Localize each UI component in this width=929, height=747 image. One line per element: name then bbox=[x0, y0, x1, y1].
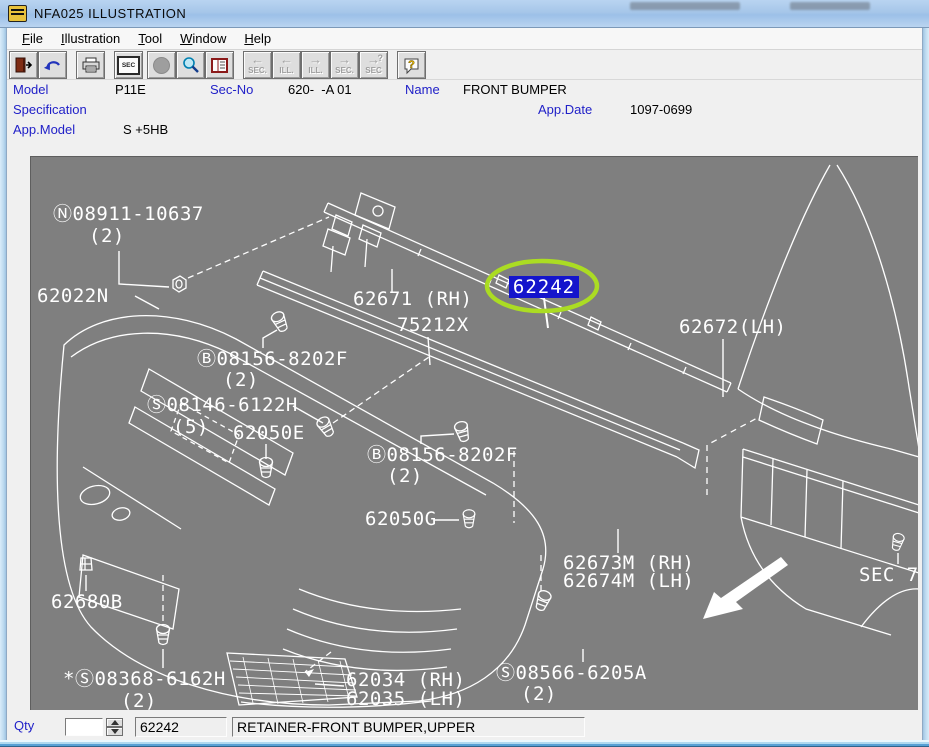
appdate-label: App.Date bbox=[538, 102, 592, 117]
menu-item-help[interactable]: Help bbox=[235, 29, 280, 48]
exit-door-icon bbox=[14, 56, 34, 74]
secno-value: 620- -A 01 bbox=[288, 82, 352, 97]
part-label[interactable]: Ⓝ08911-10637 bbox=[53, 205, 204, 224]
part-label[interactable]: 62674M (LH) bbox=[563, 572, 694, 591]
part-label[interactable]: Ⓢ08146-6122H bbox=[147, 396, 298, 415]
zoom-button[interactable] bbox=[176, 51, 205, 79]
secno-label: Sec-No bbox=[210, 82, 253, 97]
window-border-right bbox=[922, 28, 929, 740]
bumper-line-art bbox=[31, 157, 918, 710]
direction-arrow bbox=[703, 557, 788, 619]
appmodel-value: S +5HB bbox=[123, 122, 168, 137]
help-button[interactable]: ? bbox=[397, 51, 426, 79]
part-label[interactable]: *Ⓢ08368-6162H bbox=[63, 670, 226, 689]
menu-item-tool[interactable]: Tool bbox=[129, 29, 171, 48]
part-label[interactable]: 62671 (RH) bbox=[353, 290, 472, 309]
gray-circle-icon bbox=[153, 57, 170, 74]
model-label: Model bbox=[13, 82, 48, 97]
appdate-value: 1097-0699 bbox=[630, 102, 692, 117]
qty-spinner bbox=[106, 718, 123, 736]
part-label[interactable]: 62050E bbox=[233, 424, 305, 443]
menu-bar: FileIllustrationToolWindowHelp bbox=[7, 28, 922, 50]
window-title: NFA025 ILLUSTRATION bbox=[34, 6, 186, 21]
appmodel-label: App.Model bbox=[13, 122, 75, 137]
qty-spin-down-button[interactable] bbox=[106, 727, 123, 736]
menu-item-file[interactable]: File bbox=[13, 29, 52, 48]
part-label[interactable]: 75212X bbox=[397, 316, 469, 335]
info-panel: Model P11E Sec-No 620- -A 01 Name FRONT … bbox=[7, 80, 922, 156]
undo-button[interactable] bbox=[38, 51, 67, 79]
model-value: P11E bbox=[115, 82, 146, 97]
menu-item-window[interactable]: Window bbox=[171, 29, 235, 48]
part-label[interactable]: Ⓑ08156-8202F bbox=[197, 350, 348, 369]
menu-item-illustration[interactable]: Illustration bbox=[52, 29, 129, 48]
sec-search-button[interactable]: ? → SEC bbox=[359, 51, 388, 79]
undo-arrow-icon bbox=[43, 57, 63, 73]
part-label[interactable]: 62022N bbox=[37, 287, 109, 306]
app-window: NFA025 ILLUSTRATION FileIllustrationTool… bbox=[0, 0, 929, 747]
qty-input[interactable] bbox=[65, 718, 103, 736]
next-ill-button[interactable]: → ILL. bbox=[301, 51, 330, 79]
name-value: FRONT BUMPER bbox=[463, 82, 567, 97]
name-label: Name bbox=[405, 82, 440, 97]
qty-label: Qty bbox=[14, 718, 34, 733]
print-button[interactable] bbox=[76, 51, 105, 79]
magnifier-icon bbox=[181, 56, 200, 75]
part-label[interactable]: 62050G bbox=[365, 510, 437, 529]
mark-button[interactable] bbox=[147, 51, 176, 79]
sec-box-icon: SEC bbox=[117, 56, 140, 75]
qty-spin-up-button[interactable] bbox=[106, 718, 123, 727]
title-bar: NFA025 ILLUSTRATION bbox=[0, 0, 929, 28]
part-label[interactable]: 62672(LH) bbox=[679, 318, 786, 337]
open-book-icon bbox=[210, 57, 229, 74]
exit-button[interactable] bbox=[9, 51, 38, 79]
part-label[interactable]: (2) bbox=[521, 685, 557, 704]
window-border-left bbox=[0, 28, 7, 740]
background-artifact bbox=[630, 2, 740, 10]
catalog-button[interactable] bbox=[205, 51, 234, 79]
sec-list-button[interactable]: SEC bbox=[114, 51, 143, 79]
background-artifact bbox=[790, 2, 870, 10]
specification-label: Specification bbox=[13, 102, 87, 117]
nav-right-arrow-icon: → bbox=[338, 55, 351, 64]
toolbar: SEC ← SEC. ← ILL. bbox=[7, 50, 922, 80]
part-description-field[interactable] bbox=[232, 717, 585, 737]
nav-right-arrow-icon: → bbox=[309, 55, 322, 64]
part-label[interactable]: Ⓢ08566-6205A bbox=[496, 664, 647, 683]
prev-ill-button[interactable]: ← ILL. bbox=[272, 51, 301, 79]
illustration-canvas[interactable]: Ⓝ08911-10637 (2) 62022N 62671 (RH) 75212X 626… bbox=[30, 156, 918, 710]
printer-icon bbox=[81, 56, 101, 74]
part-number-field[interactable] bbox=[135, 717, 227, 737]
footer-bar: Qty bbox=[7, 710, 922, 740]
part-label[interactable]: Ⓑ08156-8202F bbox=[367, 446, 518, 465]
nav-left-arrow-icon: ← bbox=[251, 55, 264, 64]
highlighted-part-label: 62242 bbox=[513, 276, 575, 298]
window-border-bottom bbox=[0, 740, 929, 747]
prev-sec-button[interactable]: ← SEC. bbox=[243, 51, 272, 79]
part-label[interactable]: (5) bbox=[173, 418, 209, 437]
nav-left-arrow-icon: ← bbox=[280, 55, 293, 64]
next-sec-button[interactable]: → SEC. bbox=[330, 51, 359, 79]
svg-text:?: ? bbox=[408, 59, 415, 71]
part-label[interactable]: (2) bbox=[387, 467, 423, 486]
part-label[interactable]: (2) bbox=[89, 227, 125, 246]
part-label[interactable]: 62035 (LH) bbox=[346, 690, 465, 709]
app-icon bbox=[8, 5, 27, 22]
part-label[interactable]: 62680B bbox=[51, 593, 123, 612]
part-label[interactable]: SEC 750 bbox=[859, 566, 918, 585]
highlighted-part[interactable]: 62242 bbox=[509, 276, 579, 298]
part-label[interactable]: (2) bbox=[121, 692, 157, 710]
part-label[interactable]: (2) bbox=[223, 371, 259, 390]
help-bubble-icon: ? bbox=[402, 56, 422, 75]
